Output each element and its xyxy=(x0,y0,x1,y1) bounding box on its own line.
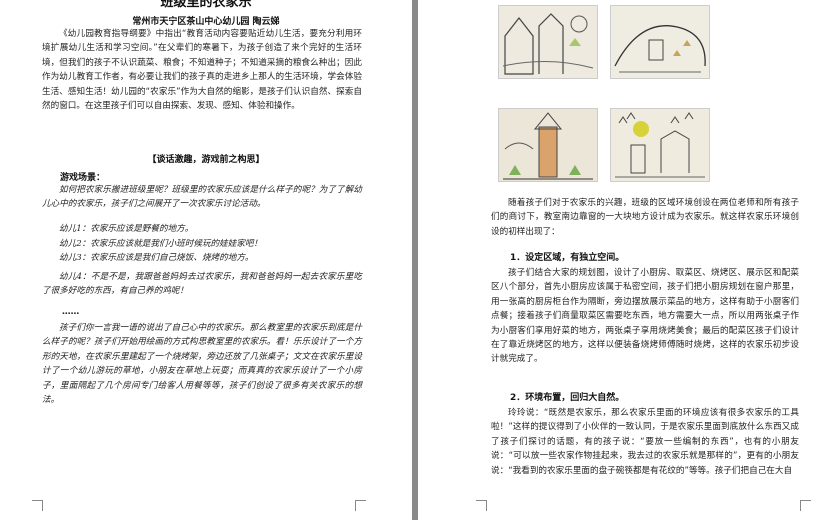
page-corner-mark xyxy=(355,500,366,511)
child-quote-1: 幼儿1：农家乐应该是野餐的地方。 xyxy=(59,224,194,234)
scene-label: 游戏场景： xyxy=(60,173,106,183)
child-drawing-4 xyxy=(610,108,710,182)
intro-paragraph: 《幼儿园教育指导纲要》中指出“教育活动内容要贴近幼儿生活，要充分利用环境扩展幼儿… xyxy=(42,29,362,112)
child-drawing-2 xyxy=(610,5,710,79)
child-quote-3: 幼儿3：农家乐应该是我们自己烧饭、烧烤的地方。 xyxy=(59,253,254,263)
section-heading-1: 1．设定区域，有独立空间。 xyxy=(510,253,625,263)
scene-paragraph: 如何把农家乐搬进班级里呢？班级里的农家乐应该是什么样子的呢？为了了解幼儿心中的农… xyxy=(42,185,362,210)
document-byline: 常州市天宁区茶山中心幼儿园 陶云娣 xyxy=(132,17,280,27)
right-paragraph-intro: 随着孩子们对于农家乐的兴趣，班级的区域环境创设在两位老师和所有孩子们的商讨下，教… xyxy=(491,198,799,237)
right-paragraph-environment: 玲玲说：“既然是农家乐，那么农家乐里面的环境应该有很多农家乐的工具啦！”这样的提… xyxy=(491,408,799,476)
section-heading: 【谈话激趣，游戏前之构思】 xyxy=(147,155,265,165)
child-drawing-1 xyxy=(498,5,598,79)
child-quote-4: 幼儿4：不是不是，我跟爸爸妈妈去过农家乐，我和爸爸妈妈一起去农家乐里吃了很多好吃… xyxy=(42,272,362,297)
ellipsis: …… xyxy=(62,307,80,317)
section-heading-2: 2．环境布置，回归大自然。 xyxy=(510,393,625,403)
right-paragraph-layout: 孩子们结合大家的规划图，设计了小厨房、取菜区、烧烤区、展示区和配菜区八个部分，首… xyxy=(491,268,799,365)
page-corner-mark xyxy=(800,500,811,511)
document-title: 班级里的农家乐 xyxy=(160,0,252,9)
child-quote-2: 幼儿2：农家乐应该就是我们小班时候玩的娃娃家吧！ xyxy=(59,239,263,249)
page-corner-mark xyxy=(476,500,487,511)
child-drawing-3 xyxy=(498,108,598,182)
closing-paragraph: 孩子们你一言我一语的说出了自己心中的农家乐。那么教室里的农家乐到底是什么样子的呢… xyxy=(42,323,362,406)
page-corner-mark xyxy=(32,500,43,511)
